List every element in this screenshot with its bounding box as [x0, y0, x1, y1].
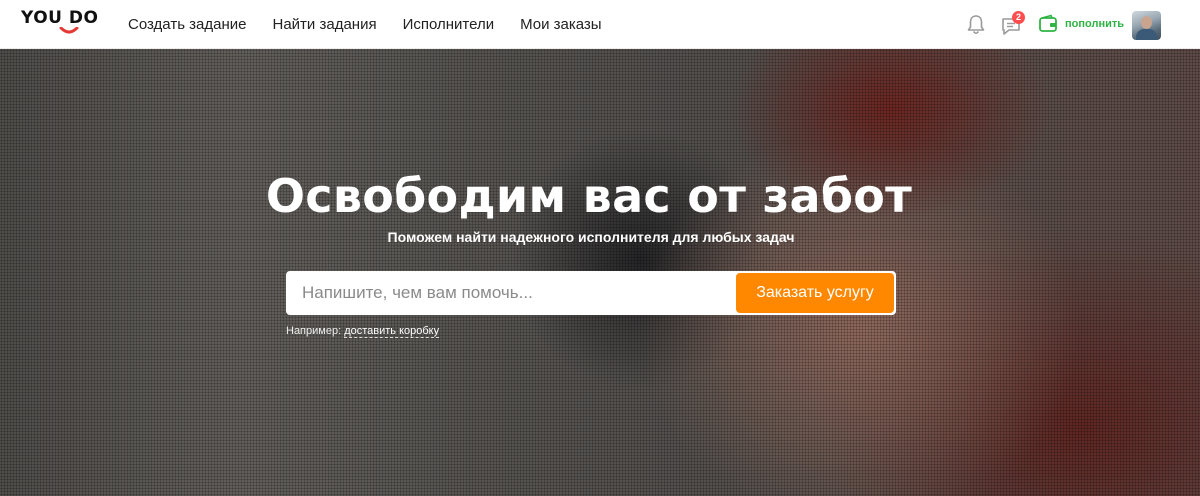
example-suggestion-link[interactable]: доставить коробку [344, 325, 440, 338]
messages-button[interactable]: 2 [1000, 11, 1026, 38]
user-avatar[interactable] [1132, 11, 1161, 40]
nav-create-task[interactable]: Создать задание [128, 16, 247, 33]
logo-smile-icon [59, 27, 79, 34]
nav-my-orders[interactable]: Мои заказы [520, 16, 602, 33]
example-prefix: Например: [286, 325, 342, 337]
task-search-form: Заказать услугу [286, 271, 896, 315]
main-nav: Создать задание Найти задания Исполнител… [128, 0, 628, 49]
order-service-button[interactable]: Заказать услугу [736, 273, 894, 313]
hero-title: Освободим вас от забот [265, 169, 913, 223]
youdo-logo[interactable]: YOU DO [21, 8, 99, 40]
avatar-body [1136, 29, 1157, 40]
wallet-icon[interactable] [1038, 14, 1058, 34]
hero-banner: Освободим вас от забот Поможем найти над… [0, 49, 1200, 496]
notifications-bell-icon[interactable] [966, 14, 986, 36]
nav-find-tasks[interactable]: Найти задания [273, 16, 377, 33]
top-navigation-bar: YOU DO Создать задание Найти задания Исп… [0, 0, 1200, 49]
nav-performers[interactable]: Исполнители [403, 16, 495, 33]
task-search-input[interactable] [302, 271, 732, 315]
topup-balance-link[interactable]: пополнить [1065, 18, 1124, 30]
avatar-face [1141, 16, 1152, 29]
unread-messages-badge: 2 [1012, 11, 1025, 24]
search-example: Например: доставить коробку [286, 325, 440, 338]
hero-subtitle: Поможем найти надежного исполнителя для … [387, 229, 795, 245]
logo-text: YOU DO [21, 8, 99, 28]
